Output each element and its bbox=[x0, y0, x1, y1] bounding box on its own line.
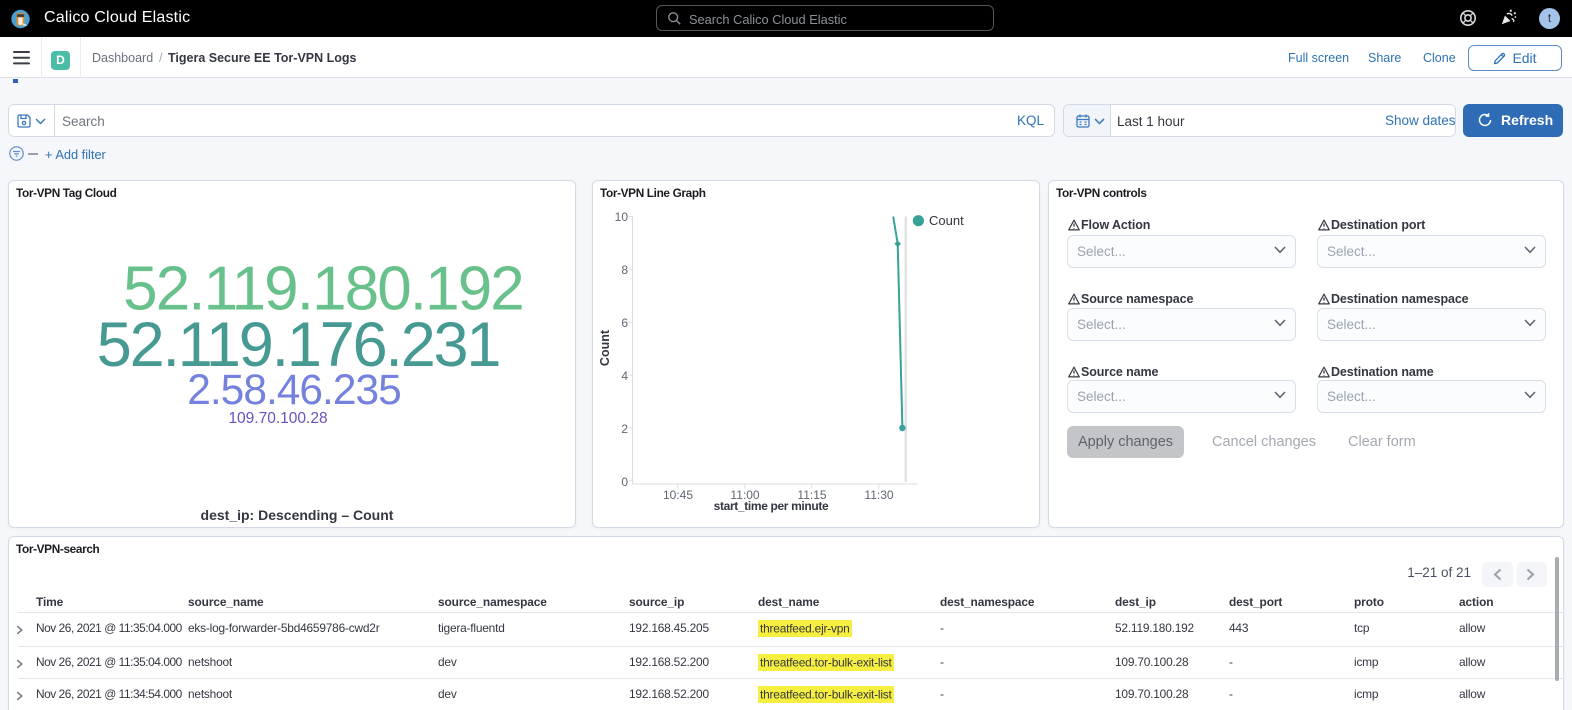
svg-text:Count: Count bbox=[929, 213, 964, 228]
